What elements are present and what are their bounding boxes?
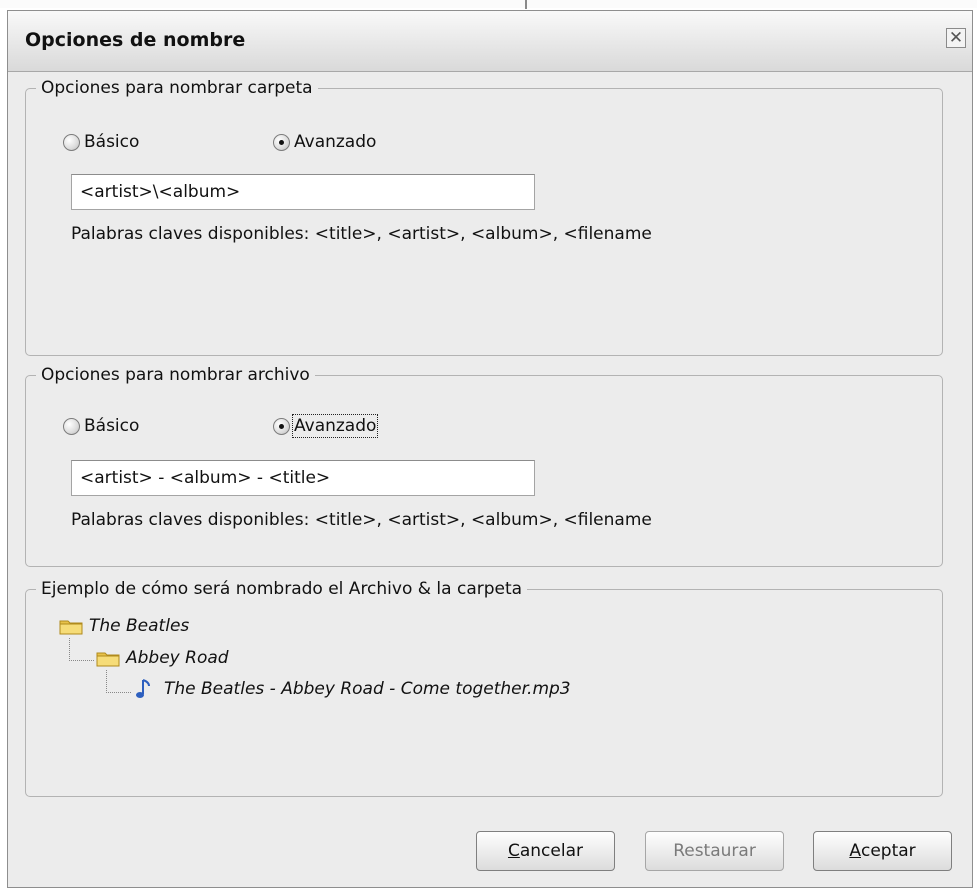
button-label: ceptar bbox=[860, 841, 916, 861]
folder-pattern-input[interactable]: <artist>\<album> bbox=[71, 174, 535, 210]
radio-label: Avanzado bbox=[294, 132, 377, 152]
background-divider bbox=[525, 0, 527, 9]
close-icon: ✕ bbox=[948, 28, 964, 48]
example-group: Ejemplo de cómo será nombrado el Archivo… bbox=[25, 579, 943, 797]
naming-options-dialog: Opciones de nombre ✕ Opciones para nombr… bbox=[7, 10, 973, 888]
button-label: ancelar bbox=[519, 841, 583, 861]
tree-node-label: The Beatles - Abbey Road - Come together… bbox=[164, 679, 571, 699]
file-keywords-hint: Palabras claves disponibles: <title>, <a… bbox=[71, 510, 652, 530]
file-group-legend: Opciones para nombrar archivo bbox=[36, 365, 315, 385]
mnemonic: A bbox=[849, 841, 861, 861]
radio-circle[interactable] bbox=[63, 417, 80, 435]
dialog-title: Opciones de nombre bbox=[25, 29, 246, 51]
tree-node-album[interactable]: Abbey Road bbox=[96, 648, 229, 668]
cancel-button[interactable]: Cancelar bbox=[476, 831, 615, 871]
file-pattern-input[interactable]: <artist> - <album> - <title> bbox=[71, 460, 535, 496]
button-label: Restaurar bbox=[673, 841, 756, 861]
file-naming-group: Opciones para nombrar archivo Básico Ava… bbox=[25, 365, 943, 567]
tree-node-file[interactable]: The Beatles - Abbey Road - Come together… bbox=[134, 678, 571, 700]
accept-button[interactable]: Aceptar bbox=[813, 831, 952, 871]
radio-label: Básico bbox=[84, 132, 140, 152]
background-window-edge bbox=[0, 0, 977, 9]
radio-label: Avanzado bbox=[291, 414, 379, 438]
folder-icon bbox=[96, 652, 120, 666]
folder-group-legend: Opciones para nombrar carpeta bbox=[36, 78, 318, 98]
tree-connector bbox=[69, 638, 94, 661]
title-bar[interactable]: Opciones de nombre ✕ bbox=[8, 11, 972, 72]
tree-connector bbox=[106, 670, 131, 693]
file-radio-basic[interactable]: Básico bbox=[63, 416, 139, 436]
folder-radio-advanced[interactable]: Avanzado bbox=[273, 132, 376, 152]
folder-keywords-hint: Palabras claves disponibles: <title>, <a… bbox=[71, 224, 652, 244]
folder-icon bbox=[59, 620, 83, 634]
folder-radio-basic[interactable]: Básico bbox=[63, 132, 139, 152]
close-button[interactable]: ✕ bbox=[946, 28, 966, 48]
tree-node-label: Abbey Road bbox=[126, 648, 229, 668]
radio-circle-checked[interactable] bbox=[273, 417, 290, 435]
mnemonic: C bbox=[507, 841, 520, 861]
restore-button[interactable]: Restaurar bbox=[645, 831, 784, 871]
tree-node-artist[interactable]: The Beatles bbox=[59, 616, 189, 636]
radio-circle-checked[interactable] bbox=[273, 133, 290, 151]
music-note-icon bbox=[136, 679, 150, 698]
tree-node-label: The Beatles bbox=[89, 616, 190, 636]
folder-naming-group: Opciones para nombrar carpeta Básico Ava… bbox=[25, 78, 943, 356]
example-group-legend: Ejemplo de cómo será nombrado el Archivo… bbox=[36, 579, 528, 599]
radio-circle[interactable] bbox=[63, 133, 80, 151]
file-radio-advanced[interactable]: Avanzado bbox=[273, 414, 379, 438]
radio-label: Básico bbox=[84, 416, 140, 436]
